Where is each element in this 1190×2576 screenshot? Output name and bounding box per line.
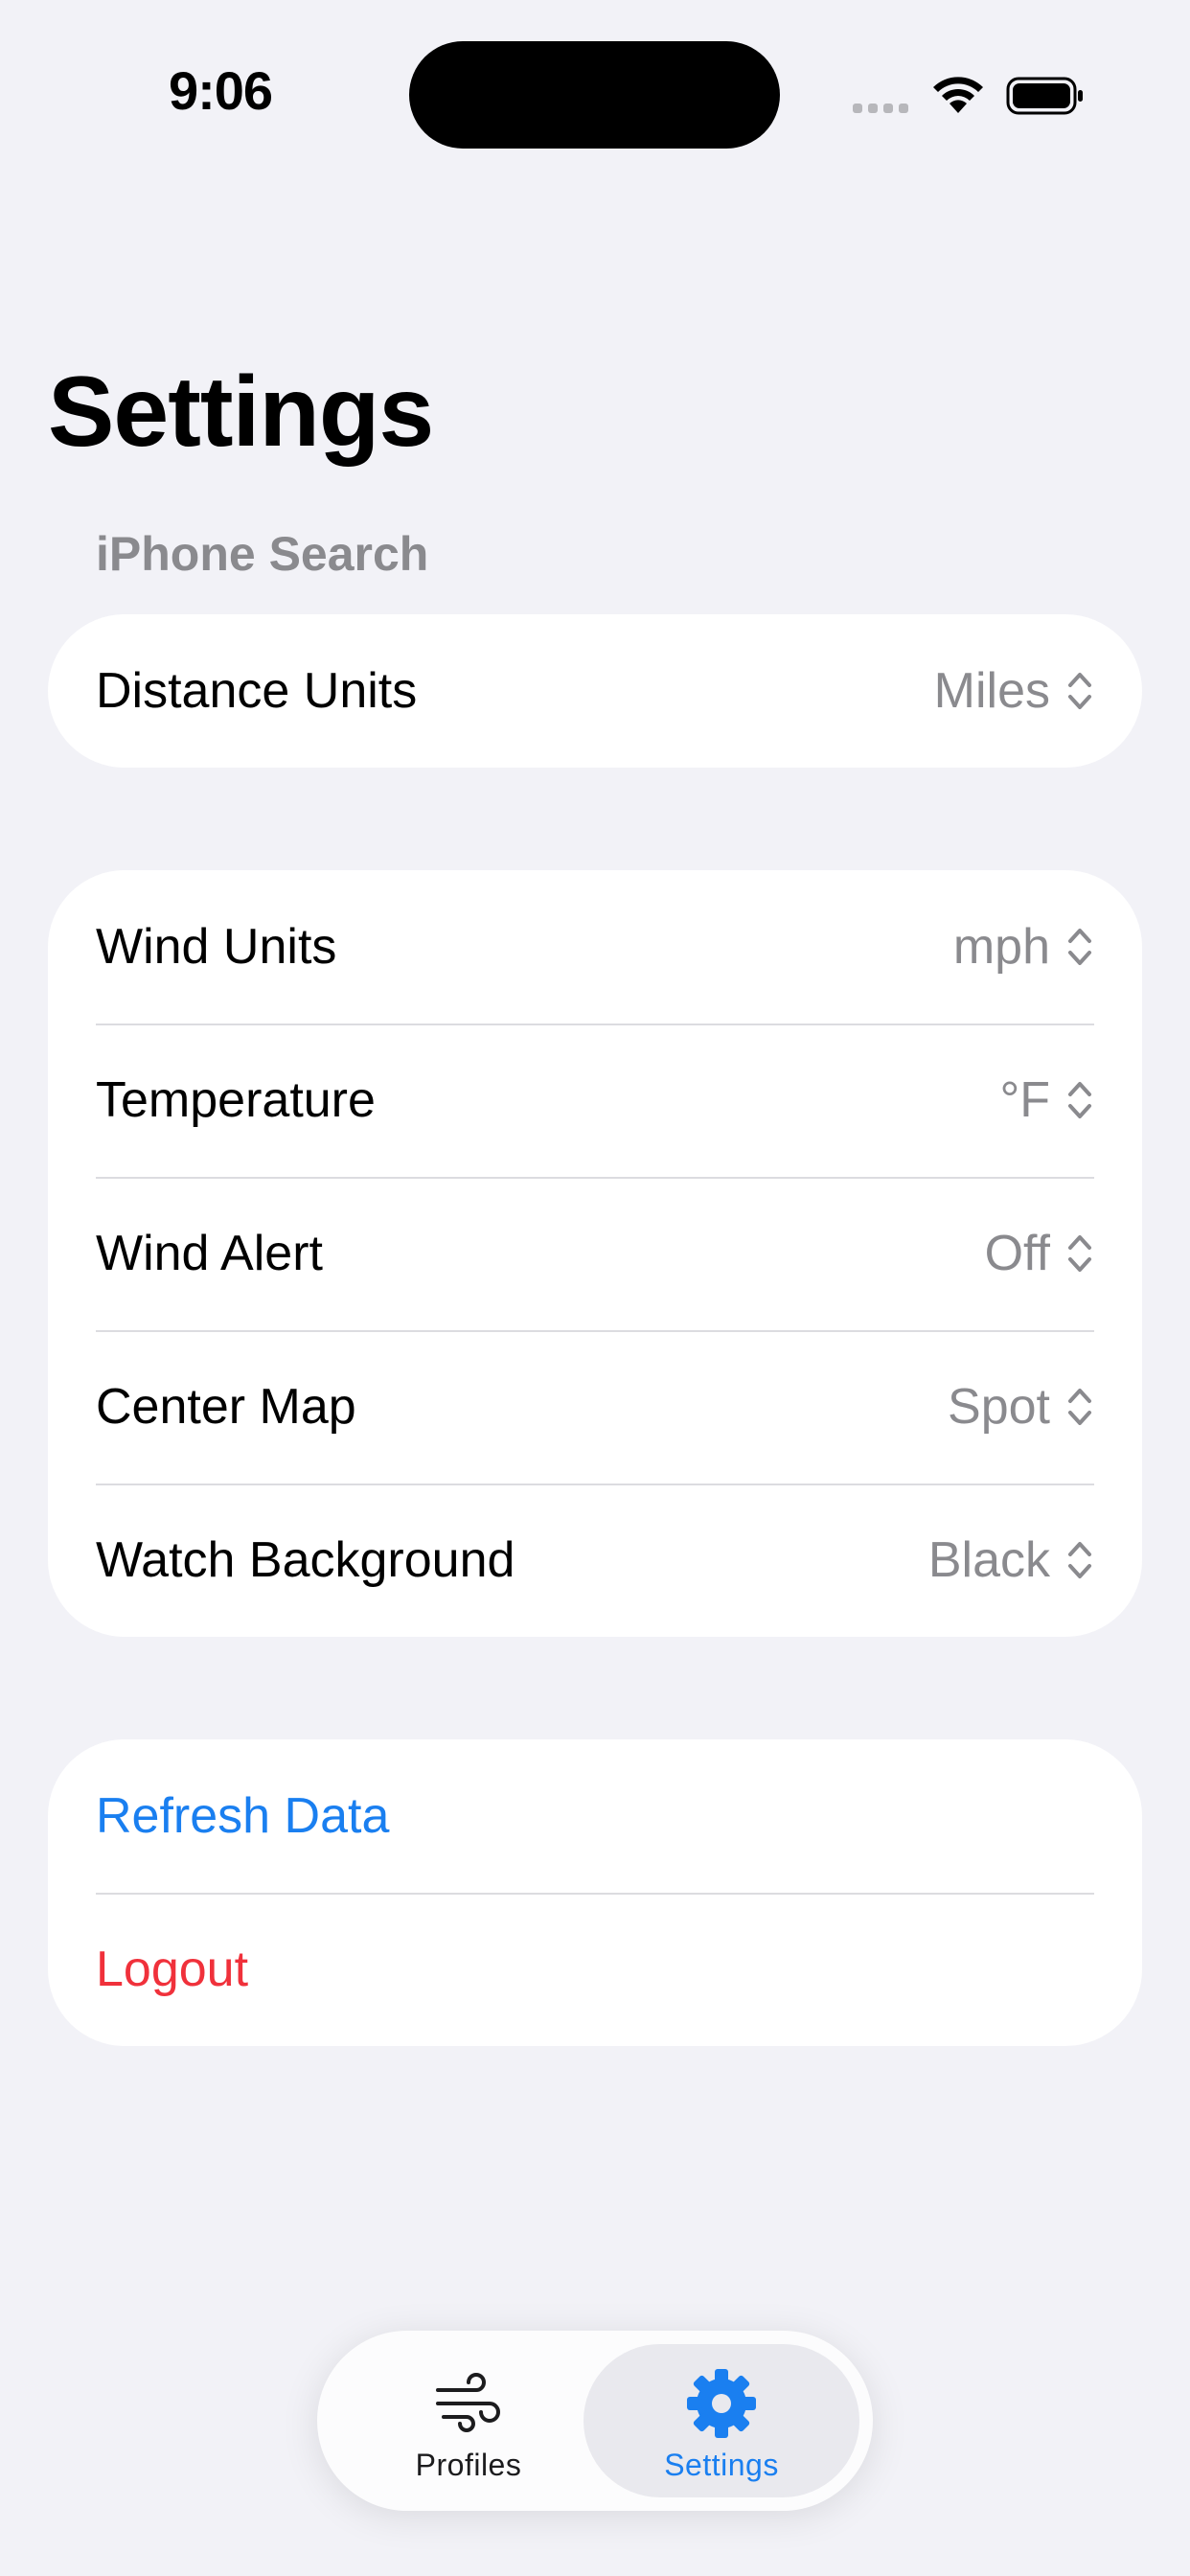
chevron-up-down-icon (1068, 1542, 1091, 1578)
row-label: Center Map (96, 1379, 356, 1435)
wind-alert-row[interactable]: Wind Alert Off (48, 1177, 1142, 1330)
row-value: Spot (948, 1379, 1050, 1435)
chevron-up-down-icon (1068, 1082, 1091, 1118)
row-value: Off (984, 1226, 1050, 1281)
tab-label: Settings (664, 2448, 779, 2482)
chevron-up-down-icon (1068, 929, 1091, 965)
cellular-signal-icon (853, 104, 908, 113)
watch-background-row[interactable]: Watch Background Black (48, 1484, 1142, 1637)
row-value: mph (952, 919, 1050, 975)
row-value: Miles (933, 663, 1050, 719)
battery-icon (1006, 77, 1083, 115)
search-settings-group: Distance Units Miles (48, 614, 1142, 768)
logout-button[interactable]: Logout (48, 1893, 1142, 2046)
distance-units-row[interactable]: Distance Units Miles (48, 614, 1142, 768)
actions-group: Refresh Data Logout (48, 1739, 1142, 2046)
row-label: Watch Background (96, 1532, 515, 1588)
row-label: Distance Units (96, 663, 418, 719)
row-label: Wind Units (96, 919, 337, 975)
section-header-iphone-search: iPhone Search (96, 527, 429, 581)
tab-bar: Profiles Settings (317, 2331, 873, 2511)
row-value: °F (999, 1072, 1050, 1128)
logout-label: Logout (96, 1942, 249, 1997)
wind-icon (436, 2373, 500, 2432)
chevron-up-down-icon (1068, 673, 1091, 709)
chevron-up-down-icon (1068, 1389, 1091, 1425)
temperature-row[interactable]: Temperature °F (48, 1024, 1142, 1177)
row-label: Temperature (96, 1072, 376, 1128)
gear-icon (687, 2369, 756, 2438)
center-map-row[interactable]: Center Map Spot (48, 1330, 1142, 1484)
dynamic-island (409, 41, 780, 149)
status-bar: 9:06 (0, 0, 1190, 192)
tab-settings[interactable]: Settings (584, 2344, 859, 2497)
display-settings-group: Wind Units mph Temperature °F Wind Alert… (48, 870, 1142, 1637)
wind-units-row[interactable]: Wind Units mph (48, 870, 1142, 1024)
tab-label: Profiles (415, 2448, 522, 2482)
status-time: 9:06 (168, 60, 273, 121)
wifi-icon (933, 77, 983, 113)
chevron-up-down-icon (1068, 1235, 1091, 1272)
row-value: Black (927, 1532, 1050, 1588)
row-label: Wind Alert (96, 1226, 323, 1281)
refresh-data-button[interactable]: Refresh Data (48, 1739, 1142, 1893)
tab-profiles[interactable]: Profiles (331, 2344, 606, 2497)
refresh-data-label: Refresh Data (96, 1788, 390, 1844)
page-title: Settings (48, 356, 434, 468)
